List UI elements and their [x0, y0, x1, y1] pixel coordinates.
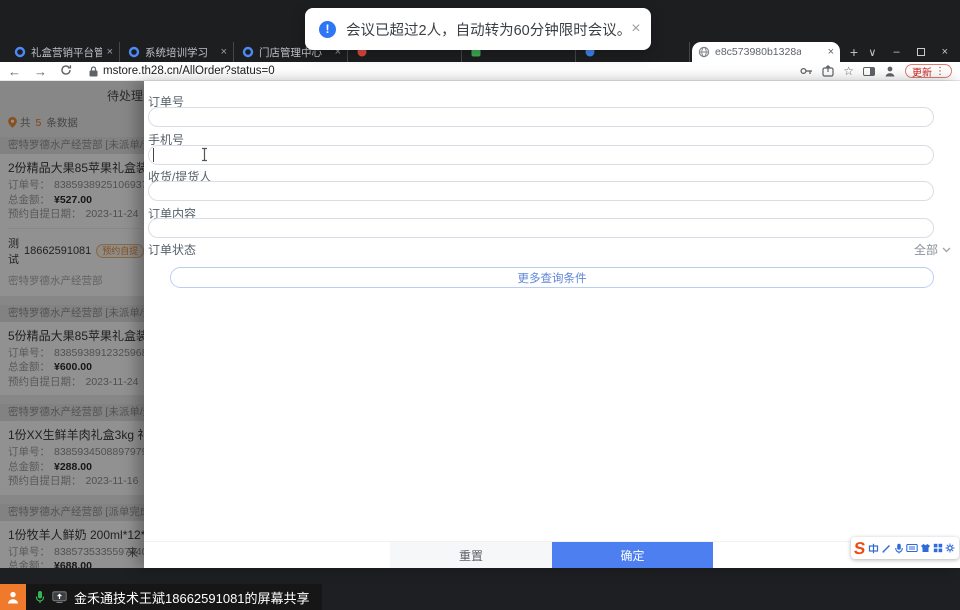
back-icon[interactable]: ← [8, 65, 21, 78]
info-icon: ! [319, 20, 336, 38]
reload-icon[interactable] [60, 64, 72, 78]
settings-gear-icon[interactable] [945, 543, 955, 553]
maximize-button[interactable] [916, 48, 925, 56]
status-selected-value: 全部 [913, 243, 938, 257]
toast-close-icon[interactable]: × [631, 21, 640, 37]
address-bar[interactable]: mstore.th28.cn/AllOrder?status=0 [89, 65, 275, 77]
skin-icon[interactable] [920, 543, 931, 553]
site-favicon [242, 46, 254, 58]
browser-toolbar: ← → mstore.th28.cn/AllOrder?status=0 ☆ 更… [0, 62, 960, 81]
pen-icon[interactable] [881, 543, 892, 554]
ime-toolbar[interactable]: S [851, 537, 959, 559]
tab-title: 系统培训学习 [145, 46, 208, 59]
close-window-button[interactable]: × [942, 46, 948, 58]
sogou-logo-icon: S [853, 538, 867, 558]
receiver-input[interactable] [148, 181, 934, 201]
phone-input[interactable] [148, 145, 934, 165]
tab-title: 礼盒营销平台管理中心 [31, 46, 102, 59]
share-icon[interactable] [822, 65, 834, 77]
confirm-button[interactable]: 确定 [552, 542, 713, 568]
window-controls: ∨ – × [868, 42, 960, 62]
reset-button[interactable]: 重置 [390, 542, 552, 568]
update-label: 更新 [912, 67, 932, 79]
microphone-icon [35, 591, 45, 603]
taskbar: 金禾通技术王斌18662591081的屏幕共享 [0, 568, 960, 610]
voice-input-icon[interactable] [894, 543, 904, 554]
toolbox-icon[interactable] [933, 543, 943, 553]
tab-close-icon[interactable]: × [221, 46, 227, 58]
order-content-input[interactable] [148, 218, 934, 238]
chevron-down-icon [942, 247, 951, 252]
order-no-input[interactable] [148, 107, 934, 127]
keyboard-icon[interactable] [906, 543, 919, 553]
order-search-drawer: 订单号 手机号 收货/提货人 订单内容 订单状态 全部 更多查询条件 重置 确定 [144, 81, 960, 568]
url-text: mstore.th28.cn/AllOrder?status=0 [103, 65, 275, 77]
browser-tab-1[interactable]: 礼盒营销平台管理中心 × [8, 42, 120, 62]
page-content: 待处理 共5条数据 密特罗德水产经营部 [未派单/无需拆单] 2份精品大果85苹… [0, 81, 960, 568]
tab-search-icon[interactable]: ∨ [868, 46, 876, 59]
chrome-update-button[interactable]: 更新 ⋮ [905, 64, 952, 79]
meeting-toast: ! 会议已超过2人，自动转为60分钟限时会议。 × [305, 8, 651, 50]
screen-share-text: 金禾通技术王斌18662591081的屏幕共享 [74, 590, 310, 606]
chinese-mode-icon[interactable] [868, 543, 879, 554]
bookmark-star-icon[interactable]: ☆ [843, 64, 854, 78]
browser-tab-active[interactable]: e8c573980b1328a258fd2e6f8 × [692, 42, 840, 62]
profile-avatar-icon[interactable] [884, 65, 896, 77]
sharer-avatar [0, 584, 26, 610]
minimize-button[interactable]: – [893, 46, 899, 58]
key-icon[interactable] [800, 66, 813, 76]
person-icon [7, 591, 19, 604]
tab-close-icon[interactable]: × [828, 46, 834, 58]
site-favicon [14, 46, 26, 58]
ibeam-cursor [200, 147, 209, 167]
modal-dim-overlay [0, 81, 144, 568]
globe-icon [698, 46, 710, 58]
tab-title: e8c573980b1328a258fd2e6f8 [715, 46, 801, 58]
browser-tab-2[interactable]: 系统培训学习 × [122, 42, 234, 62]
order-list-sidebar: 待处理 共5条数据 密特罗德水产经营部 [未派单/无需拆单] 2份精品大果85苹… [0, 81, 144, 568]
toast-message: 会议已超过2人，自动转为60分钟限时会议。 [346, 22, 632, 39]
site-favicon [128, 46, 140, 58]
new-tab-button[interactable]: + [846, 44, 862, 60]
screen: 礼盒营销平台管理中心 × 系统培训学习 × 门店管理中心 × e8c573980… [0, 0, 960, 610]
forward-icon[interactable]: → [34, 65, 47, 78]
more-conditions-button[interactable]: 更多查询条件 [170, 267, 934, 288]
side-panel-icon[interactable] [863, 66, 875, 76]
order-status-select[interactable]: 全部 [914, 241, 951, 258]
order-status-label: 订单状态 [148, 243, 197, 257]
text-caret [153, 148, 154, 162]
screen-share-icon [52, 591, 67, 603]
tab-close-icon[interactable]: × [107, 46, 113, 58]
screen-share-indicator[interactable]: 金禾通技术王斌18662591081的屏幕共享 [0, 584, 322, 610]
kebab-menu-icon[interactable]: ⋮ [935, 66, 945, 77]
lock-icon [89, 65, 98, 76]
